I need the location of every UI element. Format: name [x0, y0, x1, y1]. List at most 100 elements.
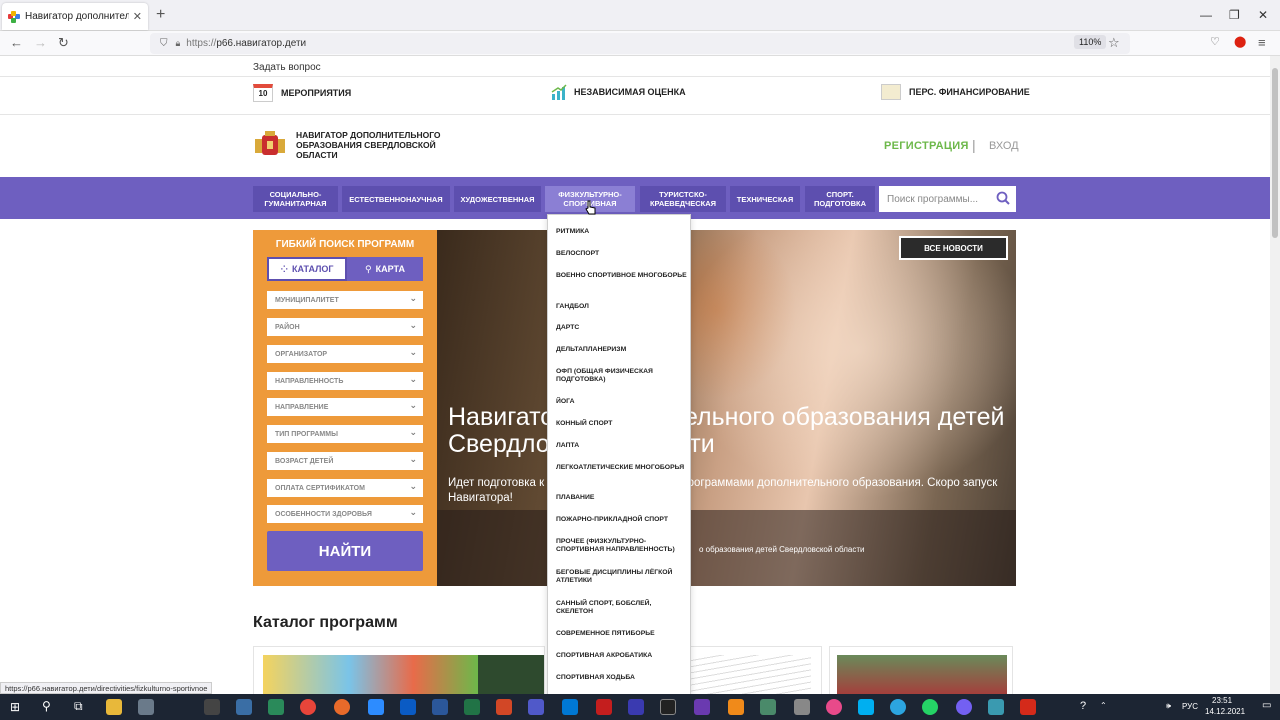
menu-item[interactable]: КОННЫЙ СПОРТ — [556, 420, 688, 428]
filter-certificate[interactable]: ОПЛАТА СЕРТИФИКАТОМ ⌄ — [267, 479, 423, 497]
windows-start-icon[interactable]: ⊞ — [10, 700, 20, 714]
filter-district[interactable]: РАЙОН ⌄ — [267, 318, 423, 336]
firefox-icon[interactable] — [334, 699, 350, 715]
forward-icon[interactable]: → — [34, 35, 47, 50]
menu-item[interactable]: ОФП (ОБЩАЯ ФИЗИЧЕСКАЯ ПОДГОТОВКА) — [556, 368, 688, 384]
file-explorer-icon[interactable] — [106, 699, 122, 715]
filter-focus[interactable]: НАПРАВЛЕННОСТЬ ⌄ — [267, 372, 423, 390]
menu-item[interactable]: СПОРТИВНАЯ АКРОБАТИКА — [556, 652, 688, 660]
menu-item[interactable]: ВЕЛОСПОРТ — [556, 250, 688, 258]
events-link[interactable]: 10 МЕРОПРИЯТИЯ — [253, 84, 351, 102]
clock-time[interactable]: 23:51 — [1212, 696, 1232, 705]
scrollbar-thumb[interactable] — [1272, 68, 1278, 238]
browser-tab[interactable]: Навигатор дополнительного о ✕ — [2, 3, 148, 30]
minimize-icon[interactable]: — — [1200, 8, 1212, 22]
help-icon[interactable]: ? — [1080, 700, 1086, 712]
menu-item[interactable]: ДЕЛЬТАПЛАНЕРИЗМ — [556, 346, 688, 354]
filter-age[interactable]: ВОЗРАСТ ДЕТЕЙ ⌄ — [267, 452, 423, 470]
menu-item[interactable]: ГАНДБОЛ — [556, 303, 688, 311]
app-icon[interactable] — [268, 699, 284, 715]
menu-item[interactable]: ВОЕННО СПОРТИВНОЕ МНОГОБОРЬЕ — [556, 272, 688, 280]
powerpoint-icon[interactable] — [496, 699, 512, 715]
app-icon[interactable] — [760, 699, 776, 715]
program-card[interactable] — [253, 646, 545, 694]
app-icon[interactable] — [660, 699, 676, 715]
nav-category-technical[interactable]: ТЕХНИЧЕСКАЯ — [730, 186, 800, 212]
window-close-icon[interactable]: ✕ — [1258, 8, 1268, 22]
acrobat-icon[interactable] — [1020, 699, 1036, 715]
app-icon[interactable] — [826, 699, 842, 715]
page-scrollbar[interactable] — [1270, 56, 1280, 694]
volume-icon[interactable]: 🕪︎ — [1166, 701, 1171, 711]
extension-icon[interactable]: ⬤ — [1234, 35, 1246, 48]
app-icon[interactable] — [988, 699, 1004, 715]
telegram-icon[interactable] — [890, 699, 906, 715]
app-icon[interactable] — [694, 699, 710, 715]
menu-item[interactable]: ДАРТС — [556, 324, 688, 332]
filter-program-type[interactable]: ТИП ПРОГРАММЫ ⌄ — [267, 425, 423, 443]
filter-organizer[interactable]: ОРГАНИЗАТОР ⌄ — [267, 345, 423, 363]
program-card[interactable] — [829, 646, 1013, 694]
all-news-button[interactable]: ВСЕ НОВОСТИ — [899, 236, 1008, 260]
teams-icon[interactable] — [528, 699, 544, 715]
nav-category-sport-prep[interactable]: СПОРТ. ПОДГОТОВКА — [805, 186, 875, 212]
zoom-level[interactable]: 110% — [1074, 35, 1107, 49]
menu-item[interactable]: БЕГОВЫЕ ДИСЦИПЛИНЫ ЛЁГКОЙ АТЛЕТИКИ — [556, 569, 688, 585]
menu-item[interactable]: СПОРТИВНАЯ ХОДЬБА — [556, 674, 688, 682]
address-bar[interactable]: ⛉ 🔒︎ https://р66.навигатор.дети — [150, 33, 1130, 54]
language-indicator[interactable]: РУС — [1182, 702, 1198, 711]
filter-municipality[interactable]: МУНИЦИПАЛИТЕТ ⌄ — [267, 291, 423, 309]
viber-icon[interactable] — [956, 699, 972, 715]
app-icon[interactable] — [628, 699, 644, 715]
new-tab-button[interactable]: + — [156, 6, 165, 24]
clock-date[interactable]: 14.12.2021 — [1205, 707, 1245, 716]
menu-item[interactable]: ПРОЧЕЕ (ФИЗКУЛЬТУРНО-СПОРТИВНАЯ НАПРАВЛЕ… — [556, 538, 688, 554]
filter-direction[interactable]: НАПРАВЛЕНИЕ ⌄ — [267, 398, 423, 416]
outlook-icon[interactable] — [562, 699, 578, 715]
menu-item[interactable]: ПЛАВАНИЕ — [556, 494, 688, 502]
filter-health[interactable]: ОСОБЕННОСТИ ЗДОРОВЬЯ ⌄ — [267, 505, 423, 523]
task-view-icon[interactable]: ⧉ — [74, 699, 83, 714]
notifications-icon[interactable]: ▭ — [1262, 700, 1271, 711]
register-link[interactable]: РЕГИСТРАЦИЯ — [884, 140, 969, 152]
financing-link[interactable]: ПЕРС. ФИНАНСИРОВАНИЕ — [881, 84, 1030, 100]
assessment-link[interactable]: НЕЗАВИСИМАЯ ОЦЕНКА — [551, 84, 686, 100]
map-tab[interactable]: ⚲ КАРТА — [347, 257, 423, 281]
nav-category-science[interactable]: ЕСТЕСТВЕННОНАУЧНАЯ — [342, 186, 450, 212]
whatsapp-icon[interactable] — [922, 699, 938, 715]
chrome-icon[interactable] — [300, 699, 316, 715]
nav-category-tourism[interactable]: ТУРИСТСКО-КРАЕВЕДЧЕСКАЯ — [640, 186, 726, 212]
menu-icon[interactable]: ≡ — [1258, 35, 1266, 50]
close-tab-icon[interactable]: ✕ — [133, 10, 142, 23]
menu-item[interactable]: ЙОГА — [556, 398, 688, 406]
app-icon[interactable] — [400, 699, 416, 715]
bookmark-star-icon[interactable]: ☆ — [1108, 35, 1120, 51]
back-icon[interactable]: ← — [10, 35, 23, 50]
app-icon[interactable] — [138, 699, 154, 715]
vlc-icon[interactable] — [728, 699, 744, 715]
pocket-icon[interactable]: ♡ — [1210, 35, 1220, 48]
nav-category-social[interactable]: СОЦИАЛЬНО-ГУМАНИТАРНАЯ — [253, 186, 338, 212]
restore-icon[interactable]: ❐ — [1229, 8, 1240, 22]
app-icon[interactable] — [204, 699, 220, 715]
zoom-app-icon[interactable] — [368, 699, 384, 715]
menu-item[interactable]: РИТМИКА — [556, 228, 688, 236]
calculator-icon[interactable] — [236, 699, 252, 715]
catalog-tab[interactable]: ⁘ КАТАЛОГ — [267, 257, 347, 281]
program-card[interactable] — [690, 646, 822, 694]
ask-question-link[interactable]: Задать вопрос — [253, 62, 321, 73]
nav-category-art[interactable]: ХУДОЖЕСТВЕННАЯ — [454, 186, 541, 212]
word-icon[interactable] — [432, 699, 448, 715]
menu-item[interactable]: САННЫЙ СПОРТ, БОБСЛЕЙ, СКЕЛЕТОН — [556, 600, 688, 616]
search-icon[interactable] — [996, 191, 1010, 205]
login-link[interactable]: ВХОД — [989, 140, 1019, 152]
reload-icon[interactable]: ↻ — [58, 35, 69, 51]
skype-icon[interactable] — [858, 699, 874, 715]
menu-item[interactable]: СОВРЕМЕННОЕ ПЯТИБОРЬЕ — [556, 630, 688, 638]
menu-item[interactable]: ЛАПТА — [556, 442, 688, 450]
program-search-input[interactable]: Поиск программы... — [879, 186, 1016, 212]
excel-icon[interactable] — [464, 699, 480, 715]
tray-arrow-icon[interactable]: ⌃ — [1100, 701, 1107, 710]
menu-item[interactable]: ЛЕГКОАТЛЕТИЧЕСКИЕ МНОГОБОРЬЯ — [556, 464, 688, 472]
app-icon[interactable] — [794, 699, 810, 715]
